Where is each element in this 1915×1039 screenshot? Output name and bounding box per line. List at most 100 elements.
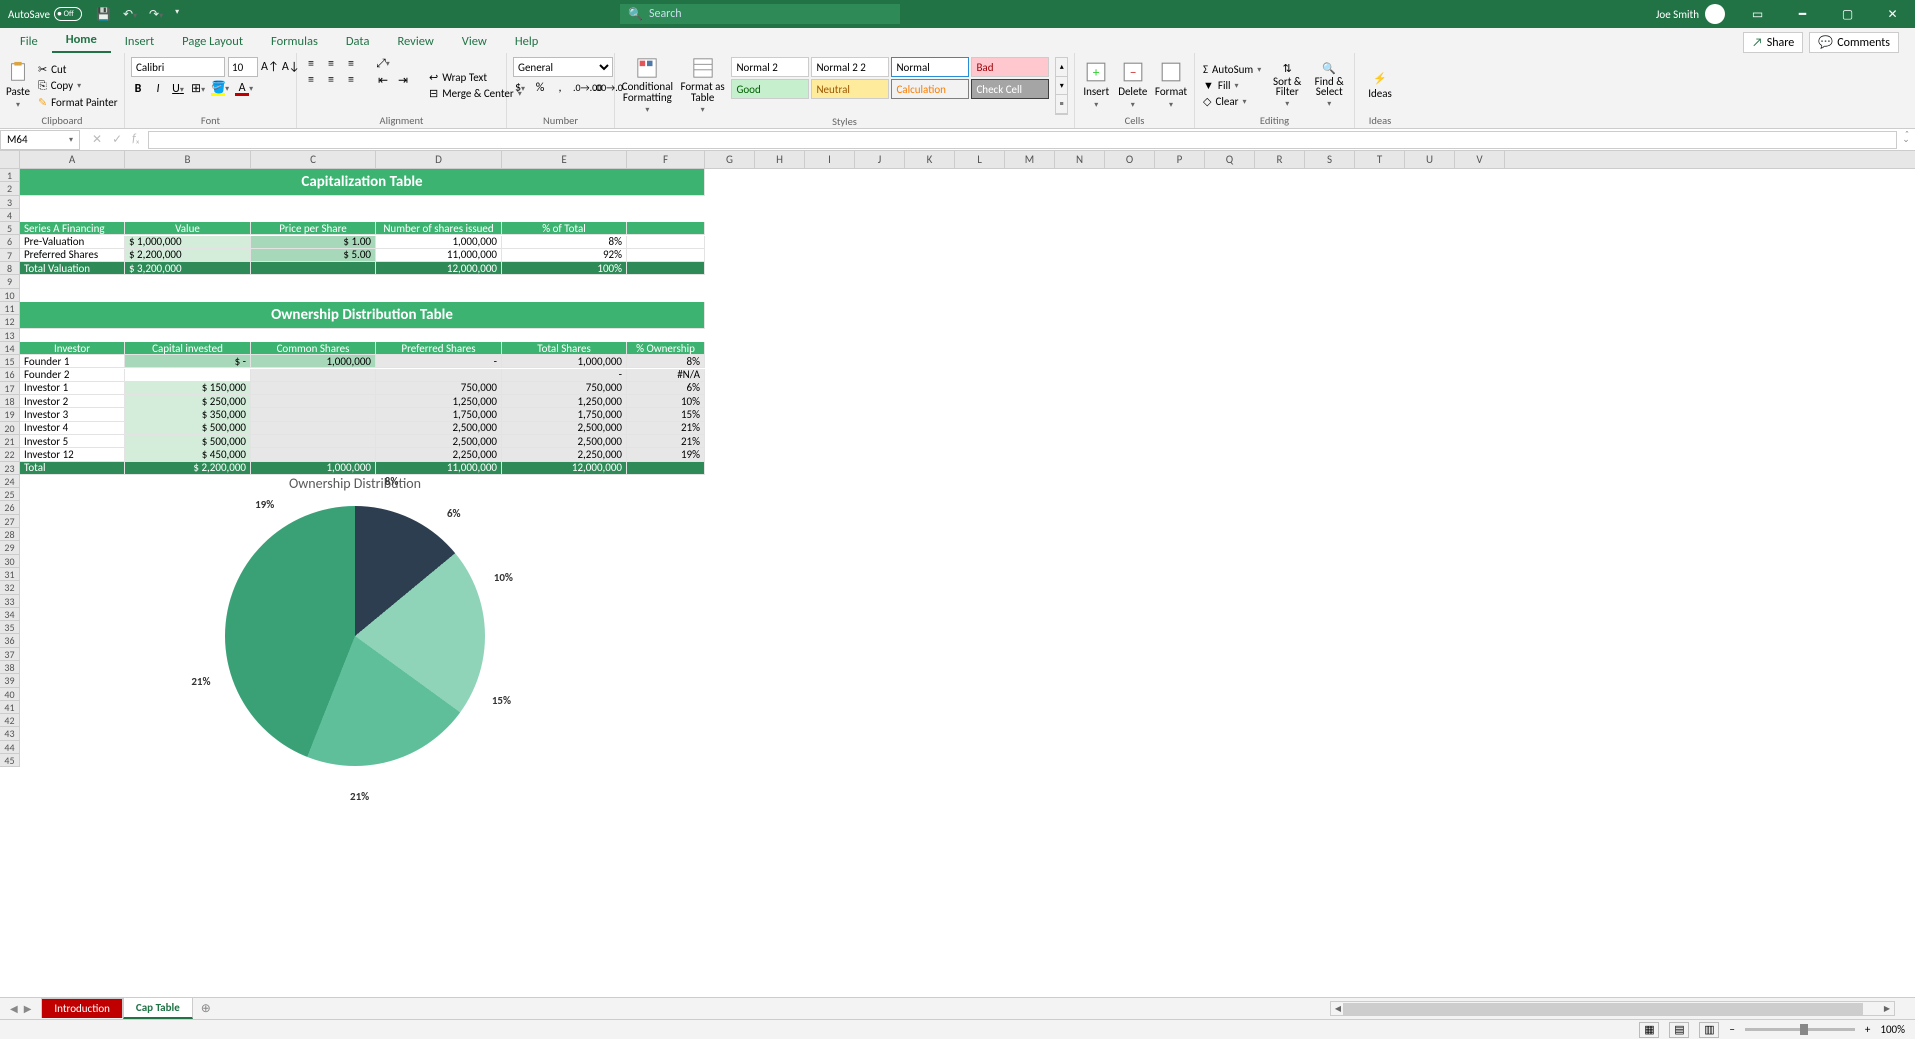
tab-data[interactable]: Data bbox=[332, 30, 384, 53]
cell[interactable]: Preferred Shares bbox=[376, 342, 502, 355]
zoom-slider[interactable] bbox=[1745, 1028, 1855, 1031]
column-header[interactable]: V bbox=[1455, 151, 1505, 168]
cell[interactable]: 1,750,000 bbox=[376, 408, 502, 421]
style-normal-2[interactable]: Normal 2 bbox=[731, 57, 809, 77]
font-color-button[interactable]: A▾ bbox=[235, 81, 253, 96]
tab-formulas[interactable]: Formulas bbox=[257, 30, 332, 53]
cell[interactable]: $ 250,000 bbox=[125, 395, 251, 408]
row-header[interactable]: 3 bbox=[0, 196, 20, 209]
column-header[interactable]: B bbox=[125, 151, 251, 168]
insert-function-icon[interactable]: fₓ bbox=[132, 132, 139, 147]
add-sheet-icon[interactable]: ⊕ bbox=[193, 998, 219, 1019]
cell[interactable] bbox=[251, 382, 376, 395]
sort-filter-button[interactable]: ⇅Sort & Filter▾ bbox=[1269, 57, 1305, 114]
cell[interactable] bbox=[125, 369, 251, 382]
cell[interactable]: 92% bbox=[502, 249, 627, 262]
row-header[interactable]: 43 bbox=[0, 727, 20, 740]
paste-button[interactable]: Paste▾ bbox=[6, 57, 30, 114]
cell[interactable]: $ - bbox=[125, 355, 251, 368]
horizontal-scrollbar[interactable]: ◀ ▶ bbox=[1330, 1001, 1895, 1016]
row-header[interactable]: 26 bbox=[0, 501, 20, 514]
column-header[interactable]: I bbox=[805, 151, 855, 168]
percent-format-icon[interactable]: % bbox=[533, 81, 547, 95]
cell[interactable]: 2,250,000 bbox=[376, 448, 502, 461]
increase-font-icon[interactable]: A↑ bbox=[261, 60, 279, 74]
cell[interactable]: Common Shares bbox=[251, 342, 376, 355]
row-header[interactable]: 31 bbox=[0, 568, 20, 581]
column-header[interactable]: L bbox=[955, 151, 1005, 168]
row-header[interactable]: 44 bbox=[0, 741, 20, 754]
cut-button[interactable]: ✂Cut bbox=[36, 62, 120, 77]
increase-decimal-icon[interactable]: .0→.00 bbox=[573, 81, 588, 95]
row-header[interactable]: 38 bbox=[0, 661, 20, 674]
cell[interactable]: $ 350,000 bbox=[125, 408, 251, 421]
cell[interactable]: Investor 5 bbox=[20, 435, 125, 448]
row-header[interactable]: 4 bbox=[0, 209, 20, 222]
maximize-icon[interactable]: ▢ bbox=[1825, 0, 1870, 28]
decrease-decimal-icon[interactable]: .00→.0 bbox=[594, 81, 609, 95]
sheet-tab-introduction[interactable]: Introduction bbox=[41, 998, 123, 1018]
cell[interactable]: 10% bbox=[627, 395, 705, 408]
column-header[interactable]: R bbox=[1255, 151, 1305, 168]
user-account[interactable]: Joe Smith bbox=[1646, 4, 1735, 24]
style-normal[interactable]: Normal bbox=[891, 57, 969, 77]
row-header[interactable]: 16 bbox=[0, 368, 20, 381]
style-good[interactable]: Good bbox=[731, 79, 809, 99]
worksheet-grid[interactable]: ABCDEFGHIJKLMNOPQRSTUV 12345678910111213… bbox=[0, 151, 1915, 997]
close-icon[interactable]: ✕ bbox=[1870, 0, 1915, 28]
cell[interactable] bbox=[251, 408, 376, 421]
cell[interactable]: 8% bbox=[502, 236, 627, 249]
align-left-icon[interactable]: ≡ bbox=[303, 73, 319, 87]
cell[interactable]: Investor 4 bbox=[20, 422, 125, 435]
cell[interactable] bbox=[627, 249, 705, 262]
row-header[interactable]: 33 bbox=[0, 595, 20, 608]
column-header[interactable]: N bbox=[1055, 151, 1105, 168]
cell[interactable]: 21% bbox=[627, 435, 705, 448]
align-bottom-icon[interactable]: ≡ bbox=[343, 57, 359, 71]
zoom-level-label[interactable]: 100% bbox=[1880, 1023, 1905, 1036]
cell[interactable]: #N/A bbox=[627, 369, 705, 382]
row-header[interactable]: 41 bbox=[0, 701, 20, 714]
cell[interactable]: Number of shares issued bbox=[376, 222, 502, 235]
row-header[interactable]: 14 bbox=[0, 342, 20, 355]
cell[interactable]: Capital invested bbox=[125, 342, 251, 355]
row-header[interactable]: 5 bbox=[0, 222, 20, 235]
select-all-corner[interactable] bbox=[0, 151, 20, 168]
search-box[interactable]: 🔍 Search bbox=[620, 4, 900, 24]
tab-view[interactable]: View bbox=[448, 30, 501, 53]
clear-button[interactable]: ◇Clear▾ bbox=[1201, 94, 1263, 109]
row-header[interactable]: 25 bbox=[0, 488, 20, 501]
cell[interactable]: 750,000 bbox=[376, 382, 502, 395]
cell[interactable] bbox=[627, 236, 705, 249]
column-header[interactable]: A bbox=[20, 151, 125, 168]
column-header[interactable]: P bbox=[1155, 151, 1205, 168]
cell[interactable]: Preferred Shares bbox=[20, 249, 125, 262]
column-header[interactable]: K bbox=[905, 151, 955, 168]
column-header[interactable]: T bbox=[1355, 151, 1405, 168]
cell[interactable]: Founder 2 bbox=[20, 369, 125, 382]
cell[interactable]: 2,500,000 bbox=[376, 422, 502, 435]
hscroll-right-icon[interactable]: ▶ bbox=[1880, 1004, 1894, 1014]
row-header[interactable]: 23 bbox=[0, 462, 20, 475]
row-header[interactable]: 10 bbox=[0, 289, 20, 302]
row-header[interactable]: 18 bbox=[0, 395, 20, 408]
cell[interactable] bbox=[627, 462, 705, 475]
cell[interactable]: Capitalization Table bbox=[20, 169, 705, 196]
cell[interactable] bbox=[376, 369, 502, 382]
cell[interactable]: Investor 12 bbox=[20, 448, 125, 461]
row-header[interactable]: 37 bbox=[0, 648, 20, 661]
cell[interactable]: Pre-Valuation bbox=[20, 236, 125, 249]
style-bad[interactable]: Bad bbox=[971, 57, 1049, 77]
style-check-cell[interactable]: Check Cell bbox=[971, 79, 1049, 99]
column-header[interactable]: F bbox=[627, 151, 705, 168]
cell[interactable]: 21% bbox=[627, 422, 705, 435]
row-header[interactable]: 2 bbox=[0, 182, 20, 195]
tab-review[interactable]: Review bbox=[383, 30, 447, 53]
cell[interactable]: 1,250,000 bbox=[502, 395, 627, 408]
pie-chart[interactable]: Ownership Distribution 8%6%10%15%21%21%1… bbox=[90, 471, 620, 751]
undo-icon[interactable]: ↶▾ bbox=[123, 7, 137, 22]
row-header[interactable]: 45 bbox=[0, 754, 20, 767]
row-header[interactable]: 42 bbox=[0, 714, 20, 727]
cell[interactable]: Total Shares bbox=[502, 342, 627, 355]
cell[interactable] bbox=[251, 262, 376, 275]
